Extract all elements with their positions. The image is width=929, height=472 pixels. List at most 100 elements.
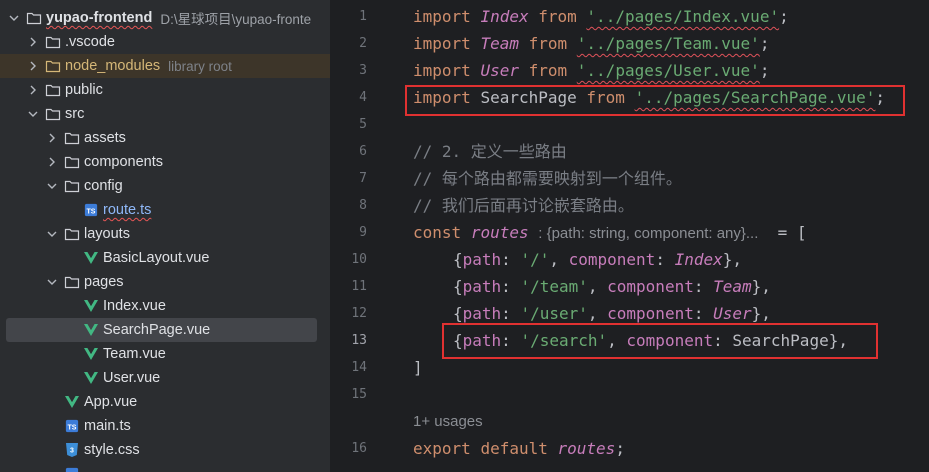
- tree-item-public[interactable]: public: [0, 78, 330, 102]
- brace: {: [453, 250, 463, 269]
- colon: :: [501, 250, 521, 269]
- tree-item-user-vue[interactable]: User.vue: [0, 366, 330, 390]
- brace: },: [751, 304, 771, 323]
- line-number: 16: [351, 441, 367, 456]
- chevron-right-icon[interactable]: [27, 30, 39, 54]
- tree-item-src[interactable]: src: [0, 102, 330, 126]
- tree-item-partial[interactable]: [0, 462, 330, 472]
- import-name: User: [480, 61, 519, 80]
- highlight-box-route: [442, 323, 878, 359]
- code-editor[interactable]: import Index from '../pages/Index.vue'; …: [405, 0, 929, 472]
- tree-item-app-vue[interactable]: App.vue: [0, 390, 330, 414]
- chevron-down-icon[interactable]: [27, 102, 39, 126]
- tree-item-team-vue[interactable]: Team.vue: [0, 342, 330, 366]
- semicolon: ;: [759, 34, 770, 53]
- tree-item-label: node_modules: [65, 58, 161, 74]
- tree-item-assets[interactable]: assets: [0, 126, 330, 150]
- variable-name: routes: [470, 223, 529, 242]
- keyword-from: from: [538, 7, 577, 26]
- brace: },: [722, 250, 743, 269]
- line-number: 11: [351, 279, 367, 294]
- library-root-note: library root: [168, 58, 232, 74]
- route-path: '/team': [520, 277, 588, 296]
- tree-item-label: components: [84, 154, 163, 170]
- usages-hint[interactable]: 1+ usages: [413, 408, 483, 435]
- semicolon: ;: [759, 61, 770, 80]
- keyword-from: from: [528, 34, 568, 53]
- tree-item-label: User.vue: [103, 370, 161, 386]
- code-line-14: ]: [413, 358, 423, 377]
- root-folder-path: D:\星球项目\yupao-fronte: [160, 12, 312, 27]
- code-line-9: const routes : {path: string, component:…: [413, 219, 807, 246]
- line-number: 15: [351, 387, 367, 402]
- semicolon: ;: [615, 439, 625, 458]
- tree-item-basiclayout-vue[interactable]: BasicLayout.vue: [0, 246, 330, 270]
- comma: ,: [549, 250, 569, 269]
- chevron-down-icon[interactable]: [46, 270, 58, 294]
- tree-item-searchpage-vue[interactable]: SearchPage.vue: [0, 318, 330, 342]
- code-comment: // 2. 定义一些路由: [413, 142, 567, 161]
- line-number-current: 13: [351, 333, 367, 348]
- tree-item-pages[interactable]: pages: [0, 270, 330, 294]
- keyword-const: const: [413, 223, 462, 242]
- folder-icon: [45, 82, 61, 98]
- tree-item-components[interactable]: components: [0, 150, 330, 174]
- ts-file-icon: TS: [64, 418, 80, 434]
- semicolon: ;: [779, 7, 789, 26]
- tree-item-main-ts[interactable]: TS main.ts: [0, 414, 330, 438]
- tree-item-node-modules[interactable]: node_modules library root: [0, 54, 330, 78]
- tree-item-label: SearchPage.vue: [103, 322, 211, 338]
- chevron-down-icon[interactable]: [46, 222, 58, 246]
- chevron-down-icon[interactable]: [8, 6, 20, 30]
- property-key: path: [462, 250, 502, 269]
- tree-item-config[interactable]: config: [0, 174, 330, 198]
- vue-file-icon: [83, 250, 99, 266]
- tree-item-label: assets: [84, 130, 126, 146]
- line-number: 2: [359, 36, 367, 51]
- import-name: Index: [480, 7, 529, 26]
- tree-item-style-css[interactable]: 3 style.css: [0, 438, 330, 462]
- code-line-1: import Index from '../pages/Index.vue';: [413, 3, 789, 30]
- vue-file-icon: [83, 346, 99, 362]
- line-number: 4: [359, 90, 367, 105]
- property-key: component: [568, 250, 656, 269]
- line-number: 9: [359, 225, 367, 240]
- chevron-right-icon[interactable]: [27, 78, 39, 102]
- tree-item-index-vue[interactable]: Index.vue: [0, 294, 330, 318]
- chevron-right-icon[interactable]: [46, 126, 58, 150]
- import-name: Team: [480, 34, 519, 53]
- tree-root[interactable]: yupao-frontend D:\星球项目\yupao-fronte: [0, 6, 330, 30]
- chevron-down-icon[interactable]: [46, 174, 58, 198]
- type-hint[interactable]: : {path: string, component: any}...: [538, 225, 758, 242]
- line-number: 14: [351, 360, 367, 375]
- line-number: 10: [351, 252, 367, 267]
- colon: :: [693, 277, 714, 296]
- comma: ,: [587, 277, 608, 296]
- folder-icon: [26, 10, 42, 26]
- brace: },: [751, 277, 771, 296]
- line-number: 12: [351, 306, 367, 321]
- line-number: 8: [359, 198, 367, 213]
- route-path: '/': [520, 250, 550, 269]
- tree-item-layouts[interactable]: layouts: [0, 222, 330, 246]
- tree-item-label: config: [84, 178, 123, 194]
- css-file-icon: 3: [64, 442, 80, 458]
- vue-file-icon: [83, 298, 99, 314]
- folder-icon: [64, 154, 80, 170]
- project-tree: yupao-frontend D:\星球项目\yupao-fronte .vsc…: [0, 0, 330, 472]
- keyword-default: default: [480, 439, 548, 458]
- folder-icon: [64, 130, 80, 146]
- chevron-right-icon[interactable]: [27, 54, 39, 78]
- chevron-right-icon[interactable]: [46, 150, 58, 174]
- code-comment: // 我们后面再讨论嵌套路由。: [413, 196, 634, 215]
- route-component: Team: [713, 277, 752, 296]
- route-component: User: [713, 304, 752, 323]
- tree-item-label: style.css: [84, 442, 140, 458]
- folder-icon: [45, 106, 61, 122]
- brace: {: [453, 304, 463, 323]
- tree-item-vscode[interactable]: .vscode: [0, 30, 330, 54]
- code-line-10: {path: '/', component: Index},: [453, 246, 742, 273]
- folder-icon: [64, 178, 80, 194]
- tree-item-route-ts[interactable]: TS route.ts: [0, 198, 330, 222]
- route-path: '/user': [520, 304, 588, 323]
